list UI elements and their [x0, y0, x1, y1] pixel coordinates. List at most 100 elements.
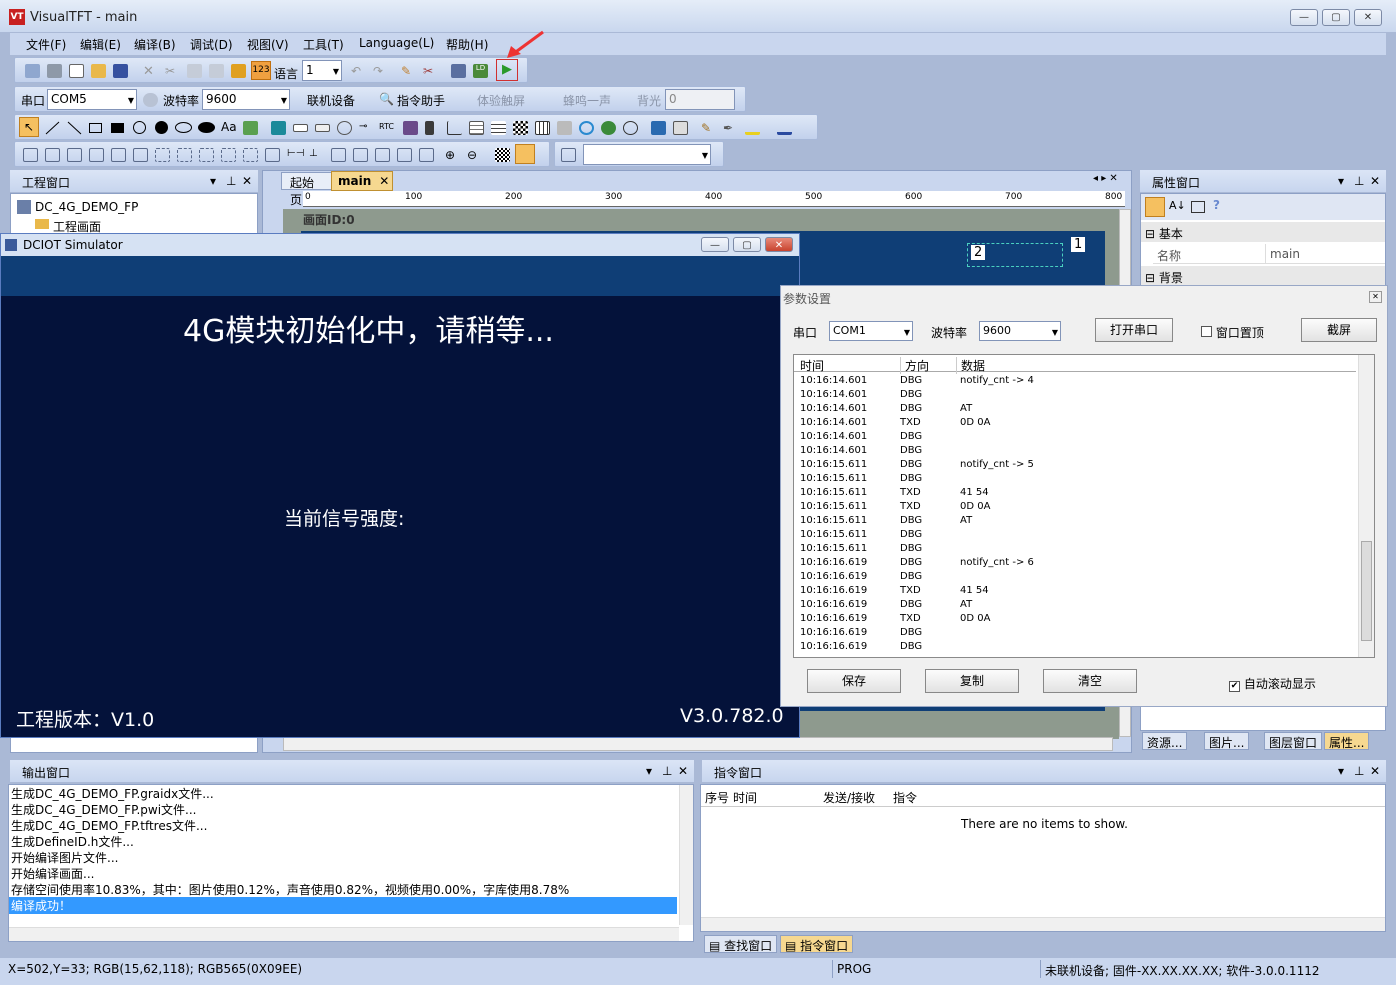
spacing-h-icon[interactable] [265, 148, 280, 162]
baud-select[interactable]: 9600 ▼ [202, 89, 290, 110]
pointer-icon[interactable]: ↖ [19, 117, 39, 137]
image-icon[interactable] [243, 121, 258, 135]
pin-icon[interactable]: ⊥ [1354, 174, 1364, 188]
tools-icon[interactable]: ✂ [423, 64, 438, 78]
log-row[interactable]: 10:16:16.619 TXD 0D 0A [794, 613, 1354, 627]
maximize-button[interactable]: ▢ [1322, 9, 1350, 26]
param-baud-select[interactable]: 9600 ▼ [979, 321, 1061, 341]
backlight-input[interactable]: 0 [665, 89, 735, 110]
expand-h-icon[interactable] [375, 148, 390, 162]
property-pages-icon[interactable] [1191, 201, 1205, 213]
group-background[interactable]: ⊟ 背景 [1141, 266, 1385, 286]
tree-root[interactable]: DC_4G_DEMO_FP [35, 200, 138, 214]
menu-language[interactable]: Language(L) [359, 36, 434, 50]
language-select[interactable]: 1 ▼ [302, 60, 342, 81]
open-port-button[interactable]: 打开串口 [1095, 318, 1173, 342]
delete-icon[interactable]: ✕ [143, 64, 158, 79]
same-height-icon[interactable] [177, 148, 192, 162]
window-control-icon[interactable] [673, 121, 688, 135]
close-button[interactable]: ✕ [1354, 9, 1382, 26]
zoom-in-icon[interactable]: ⊕ [445, 148, 460, 162]
menu-edit[interactable]: 编辑(E) [80, 36, 121, 53]
topmost-checkbox[interactable]: 窗口置顶 [1201, 324, 1264, 341]
text-tool-icon[interactable]: Aa [221, 120, 237, 134]
port-select[interactable]: COM5 ▼ [47, 89, 137, 110]
param-close-button[interactable]: ✕ [1369, 291, 1382, 303]
log-row[interactable]: 10:16:15.611 DBG notify_cnt -> 5 [794, 459, 1354, 473]
tab-main[interactable]: main ✕ [331, 171, 393, 191]
align-top-icon[interactable] [67, 148, 82, 162]
save-button[interactable]: 保存 [807, 669, 901, 693]
sim-maximize-button[interactable]: ▢ [733, 237, 761, 252]
slider-control-icon[interactable]: ⊸ [359, 121, 374, 135]
log-row[interactable]: 10:16:16.619 DBG AT [794, 599, 1354, 613]
zoom-out-icon[interactable]: ⊖ [467, 148, 482, 162]
new-project-icon[interactable] [25, 64, 40, 78]
refresh-icon[interactable] [601, 121, 616, 135]
menu-view[interactable]: 视图(V) [247, 36, 289, 53]
param-port-select[interactable]: COM1 ▼ [829, 321, 913, 341]
log-row[interactable]: 10:16:15.611 TXD 0D 0A [794, 501, 1354, 515]
qrcode-control-icon[interactable] [513, 121, 528, 135]
output-v-scrollbar[interactable] [679, 785, 693, 925]
align-center-icon[interactable] [111, 148, 126, 162]
line-icon[interactable] [45, 121, 60, 135]
close-icon[interactable]: ✕ [678, 764, 688, 778]
touch-button[interactable]: 体验触屏 [477, 92, 525, 109]
cut-icon[interactable]: ✂ [165, 64, 180, 78]
run-simulator-icon[interactable]: ▶ [496, 59, 518, 81]
tab-nav-icon[interactable]: ◂ ▸ ✕ [1093, 173, 1118, 184]
table-control-icon[interactable] [535, 121, 550, 135]
autoscroll-checkbox[interactable]: ✔ 自动滚动显示 [1229, 675, 1316, 692]
clear-button[interactable]: 清空 [1043, 669, 1137, 693]
log-row[interactable]: 10:16:15.611 DBG AT [794, 515, 1354, 529]
close-icon[interactable]: ✕ [379, 174, 389, 188]
snap-icon[interactable] [515, 144, 535, 164]
log-row[interactable]: 10:16:14.601 DBG AT [794, 403, 1354, 417]
log-row[interactable]: 10:16:16.619 DBG notify_cnt -> 6 [794, 557, 1354, 571]
ellipse-icon[interactable] [175, 122, 192, 133]
curve-control-icon[interactable] [447, 121, 462, 135]
rtc-control-icon[interactable]: RTC [379, 122, 394, 131]
log-row[interactable]: 10:16:14.601 DBG [794, 389, 1354, 403]
wand-icon[interactable]: ✎ [401, 64, 416, 78]
tab-layers[interactable]: 图层窗口 [1264, 732, 1323, 750]
filled-rectangle-icon[interactable] [111, 123, 124, 133]
filled-ellipse-icon[interactable] [198, 122, 215, 133]
textbox-control-icon[interactable] [293, 124, 308, 132]
align-middle-icon[interactable] [133, 148, 148, 162]
log-row[interactable]: 10:16:15.611 DBG [794, 473, 1354, 487]
menu-file[interactable]: 文件(F) [26, 36, 66, 53]
dropdown-icon[interactable]: ▾ [1338, 174, 1344, 188]
screenshot-button[interactable]: 截屏 [1301, 318, 1377, 342]
pin-icon[interactable]: ⊥ [1354, 764, 1364, 778]
cmd-assistant-button[interactable]: 指令助手 [397, 92, 445, 109]
redo-icon[interactable]: ↷ [373, 64, 388, 78]
build-icon[interactable] [451, 64, 466, 78]
connect-button[interactable]: 联机设备 [307, 92, 355, 109]
log-row[interactable]: 10:16:14.601 DBG [794, 431, 1354, 445]
dropdown-icon[interactable]: ▾ [646, 764, 652, 778]
sim-minimize-button[interactable]: — [701, 237, 729, 252]
ring-control-icon[interactable] [579, 121, 594, 135]
tab-find-window[interactable]: ▤ 查找窗口 [704, 935, 778, 953]
scale-control-icon[interactable] [557, 121, 572, 135]
align-bottom-icon[interactable] [89, 148, 104, 162]
overlap-icon[interactable] [623, 121, 638, 135]
height-icon[interactable]: ⊥ [309, 148, 324, 162]
copy-icon[interactable] [187, 64, 202, 78]
progress-control-icon[interactable] [315, 124, 330, 132]
center-v-icon[interactable] [353, 148, 368, 162]
filled-circle-icon[interactable] [155, 121, 168, 134]
output-h-scrollbar[interactable] [9, 927, 679, 941]
save-icon[interactable] [113, 64, 128, 78]
help-icon[interactable]: ? [1213, 198, 1220, 212]
grid-icon[interactable] [495, 148, 510, 162]
paste-icon[interactable] [209, 64, 224, 78]
list-control-icon[interactable] [469, 121, 484, 135]
log-scroll-thumb[interactable] [1361, 541, 1372, 641]
log-row[interactable]: 10:16:15.611 TXD 41 54 [794, 487, 1354, 501]
menu-help[interactable]: 帮助(H) [446, 36, 488, 53]
categorized-icon[interactable] [1145, 197, 1165, 217]
property-name-value[interactable]: main [1265, 244, 1385, 264]
